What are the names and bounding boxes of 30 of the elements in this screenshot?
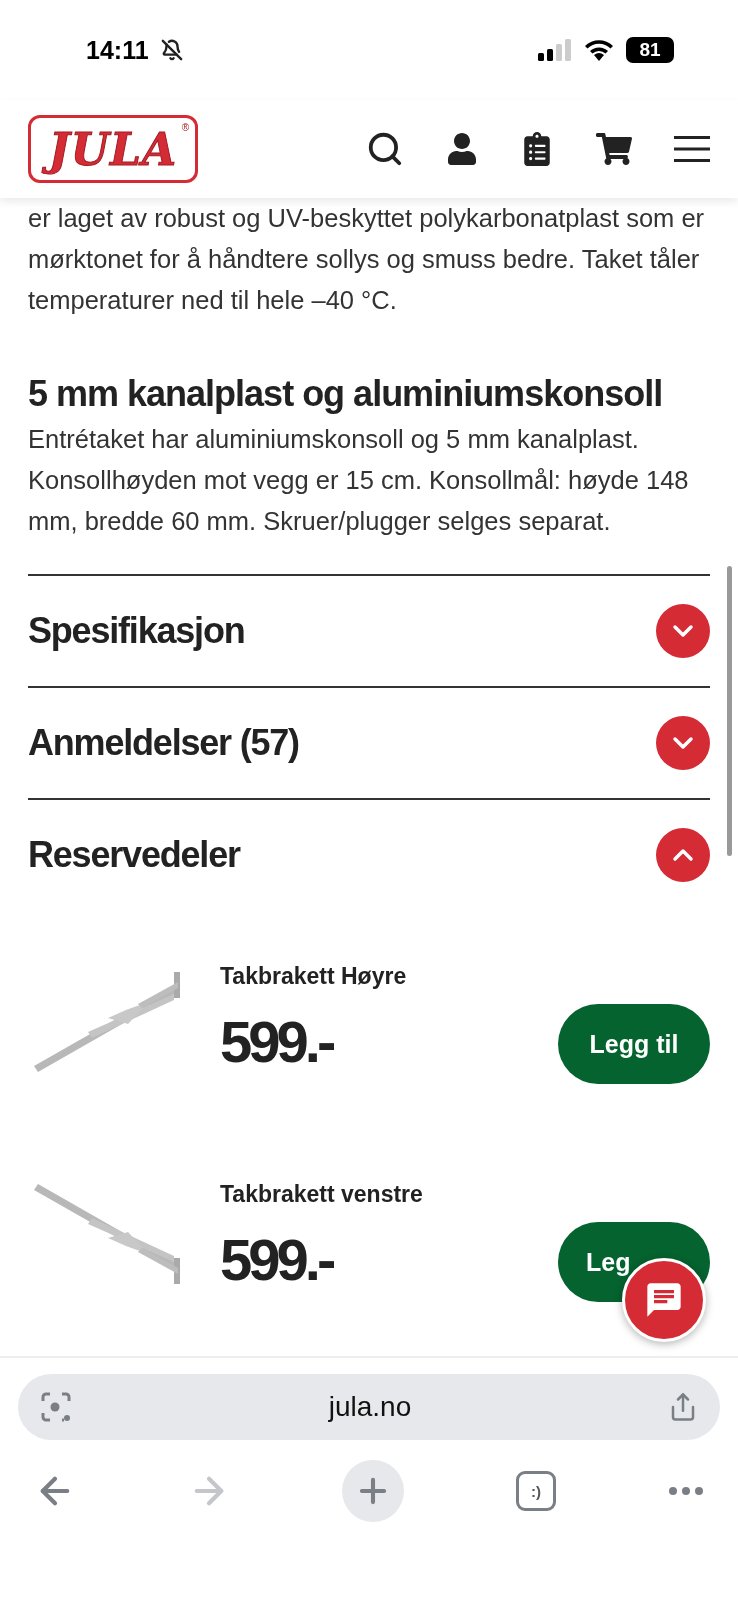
camera-scan-icon (40, 1391, 72, 1423)
registered-mark: ® (181, 122, 189, 133)
wifi-icon (584, 39, 614, 61)
search-icon[interactable] (366, 130, 404, 168)
menu-icon[interactable] (674, 135, 710, 163)
part-price: 599.- (220, 1226, 334, 1293)
expand-button[interactable] (656, 604, 710, 658)
section-paragraph: Entrétaket har aluminiumskonsoll og 5 mm kanalplast. Konsollhøyden mot vegg er 15 cm. Konsollmål: høyde 148 mm, bredde 60 mm. Skruer/plugger selges separat. (28, 424, 690, 537)
intro-paragraph: er laget av robust og UV-beskyttet polykarbonatplast som er mørktonet for å håndtere sollys og smuss bedre. Taket tåler temperaturer ned til hele –40 °C. (28, 203, 706, 316)
jula-logo[interactable]: JULA® (28, 115, 198, 183)
accordion-title[interactable]: Anmeldelser (57) (28, 722, 299, 764)
accordion-title[interactable]: Reservedeler (28, 834, 240, 876)
status-time: 14:11 (86, 35, 149, 65)
add-button[interactable]: Legg til (558, 1004, 710, 1084)
collapse-button[interactable] (656, 828, 710, 882)
cart-icon[interactable] (596, 131, 632, 167)
signal-icon (538, 39, 572, 61)
person-icon[interactable] (446, 133, 478, 165)
bell-off-icon (160, 39, 183, 61)
battery-level: 81 (626, 37, 674, 63)
part-price: 599.- (220, 1008, 334, 1075)
part-name: Takbrakett Høyre (220, 963, 408, 990)
more-icon[interactable] (668, 1486, 704, 1496)
part-name: Takbrakett venstre (220, 1181, 424, 1208)
section-heading: 5 mm kanalplast og aluminiumskonsoll (28, 373, 664, 415)
url-text: jula.no (328, 1391, 412, 1423)
tabs-button[interactable]: :) (516, 1471, 556, 1511)
accordion-title[interactable]: Spesifikasjon (28, 610, 245, 652)
address-bar[interactable]: jula.no (18, 1374, 720, 1440)
expand-button[interactable] (656, 716, 710, 770)
